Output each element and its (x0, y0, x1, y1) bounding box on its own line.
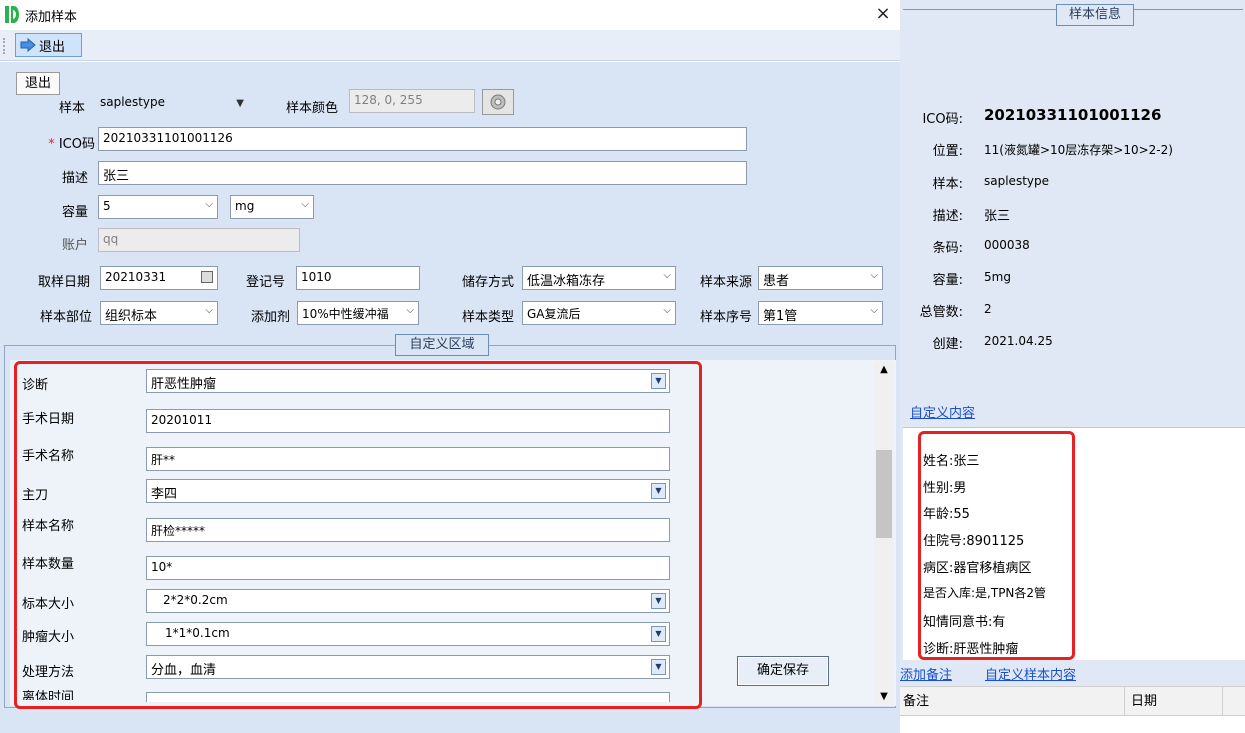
toolbar-exit-button[interactable]: 退出 (15, 33, 82, 57)
gear-icon (490, 94, 506, 110)
calendar-icon[interactable] (201, 271, 213, 283)
source-value: 患者 (763, 274, 790, 289)
exit-arrow-icon (20, 38, 36, 52)
info-sample-value: saplestype (984, 174, 1049, 188)
reg-no-input[interactable]: 1010 (296, 266, 420, 290)
seq-value: 第1管 (763, 309, 798, 324)
info-barcode-value: 000038 (984, 238, 1030, 252)
bottom-tab-strip: 添加备注 自定义样本内容 (900, 660, 1245, 686)
chevron-down-icon: ⌵ (870, 305, 878, 316)
ico-input[interactable]: 20210331101001126 (98, 127, 747, 151)
info-ico-value: 20210331101001126 (984, 106, 1162, 124)
volume-label: 容量 (61, 205, 88, 220)
volume-value: 5 (103, 199, 111, 213)
type-value: GA复流后 (527, 307, 581, 321)
info-tubes-value: 2 (984, 302, 992, 316)
sample-label: 样本 (58, 101, 85, 116)
ico-label-text: ICO码 (58, 137, 95, 152)
sample-color-label: 样本颜色 (285, 101, 338, 116)
add-note-link[interactable]: 添加备注 (900, 664, 960, 683)
toolbar-exit-label: 退出 (39, 39, 66, 55)
date-column-header[interactable]: 日期 (1128, 687, 1223, 717)
chevron-down-icon: ⌵ (663, 305, 671, 316)
sample-info-legend: 样本信息 (1056, 4, 1134, 26)
scroll-down-icon[interactable]: ▼ (874, 691, 894, 702)
dropdown-arrow-icon: ▼ (236, 98, 244, 109)
add-sample-dialog: 添加样本 × 退出 退出 样本 saplestype ▼ 样本颜色 128, 0… (0, 0, 900, 733)
volume-select[interactable]: 5 ⌵ (98, 195, 218, 219)
sample-type-value: saplestype (100, 95, 165, 109)
type-label: 样本类型 (461, 310, 514, 325)
part-value: 组织标本 (105, 309, 158, 324)
unit-value: mg (235, 199, 255, 213)
sample-date-input[interactable]: 20210331 (100, 266, 218, 290)
chevron-down-icon: ⌵ (870, 270, 878, 281)
exit-button[interactable]: 退出 (16, 72, 60, 95)
scroll-up-icon[interactable]: ▲ (874, 364, 894, 375)
sample-date-value: 20210331 (105, 270, 167, 284)
custom-content-link-label: 自定义内容 (910, 406, 976, 421)
custom-content-link[interactable]: 自定义内容 (900, 402, 975, 421)
sample-date-label: 取样日期 (37, 275, 90, 290)
info-barcode-label: 条码: (932, 241, 963, 256)
ico-label: * ICO码 (30, 133, 95, 152)
info-created-value: 2021.04.25 (984, 334, 1053, 348)
additive-value: 10%中性缓冲福 (302, 307, 389, 321)
source-label: 样本来源 (699, 275, 752, 290)
seq-label: 样本序号 (699, 310, 752, 325)
chevron-down-icon: ⌵ (406, 305, 414, 316)
notes-grid-body (900, 716, 1245, 733)
required-mark: * (48, 137, 55, 152)
info-created-label: 创建: (932, 337, 963, 352)
additive-label: 添加剂 (250, 310, 290, 325)
type-select[interactable]: GA复流后 ⌵ (522, 301, 676, 325)
scrollbar-thumb[interactable] (876, 450, 892, 538)
color-picker-button[interactable] (482, 89, 514, 115)
save-button[interactable]: 确定保存 (737, 656, 829, 686)
chevron-down-icon: ⌵ (205, 305, 213, 316)
info-ico-label: ICO码: (922, 112, 963, 127)
reg-no-label: 登记号 (245, 275, 285, 290)
chevron-down-icon: ⌵ (205, 199, 213, 210)
info-sample-label: 样本: (932, 177, 963, 192)
unit-select[interactable]: mg ⌵ (230, 195, 314, 219)
info-location-label: 位置: (932, 144, 963, 159)
close-icon[interactable]: × (872, 2, 894, 26)
highlight-frame (14, 361, 702, 709)
chevron-down-icon: ⌵ (663, 270, 671, 281)
toolbar: 退出 (0, 30, 900, 61)
description-input[interactable]: 张三 (98, 161, 747, 185)
account-label: 账户 (61, 238, 88, 253)
seq-select[interactable]: 第1管 ⌵ (758, 301, 883, 325)
custom-sample-content-link[interactable]: 自定义样本内容 (985, 664, 1076, 683)
info-desc-label: 描述: (932, 209, 963, 224)
title-bar: 添加样本 × (0, 0, 900, 30)
notes-grid-header: 备注 日期 (900, 686, 1245, 717)
app-logo-icon (5, 6, 19, 23)
additive-select[interactable]: 10%中性缓冲福 ⌵ (297, 301, 419, 325)
info-desc-value: 张三 (984, 209, 1011, 224)
info-volume-value: 5mg (984, 270, 1011, 284)
sample-color-field: 128, 0, 255 (349, 89, 475, 113)
info-tubes-label: 总管数: (919, 305, 963, 320)
note-column-header[interactable]: 备注 (900, 687, 1125, 717)
description-label: 描述 (61, 171, 88, 186)
part-select[interactable]: 组织标本 ⌵ (100, 301, 218, 325)
toolbar-grip-icon[interactable] (3, 38, 6, 54)
account-field: qq (98, 228, 300, 252)
storage-label: 储存方式 (461, 275, 514, 290)
custom-area-legend: 自定义区域 (395, 334, 489, 356)
info-location-value: 11(液氮罐>10层冻存架>10>2-2) (984, 143, 1173, 157)
source-select[interactable]: 患者 ⌵ (758, 266, 883, 290)
storage-select[interactable]: 低温冰箱冻存 ⌵ (522, 266, 676, 290)
chevron-down-icon: ⌵ (301, 199, 309, 210)
part-label: 样本部位 (39, 310, 92, 325)
sample-type-select[interactable]: saplestype ▼ (96, 92, 248, 116)
info-volume-label: 容量: (932, 273, 963, 288)
highlight-frame (918, 431, 1075, 660)
window-title: 添加样本 (25, 10, 78, 25)
storage-value: 低温冰箱冻存 (527, 274, 606, 289)
